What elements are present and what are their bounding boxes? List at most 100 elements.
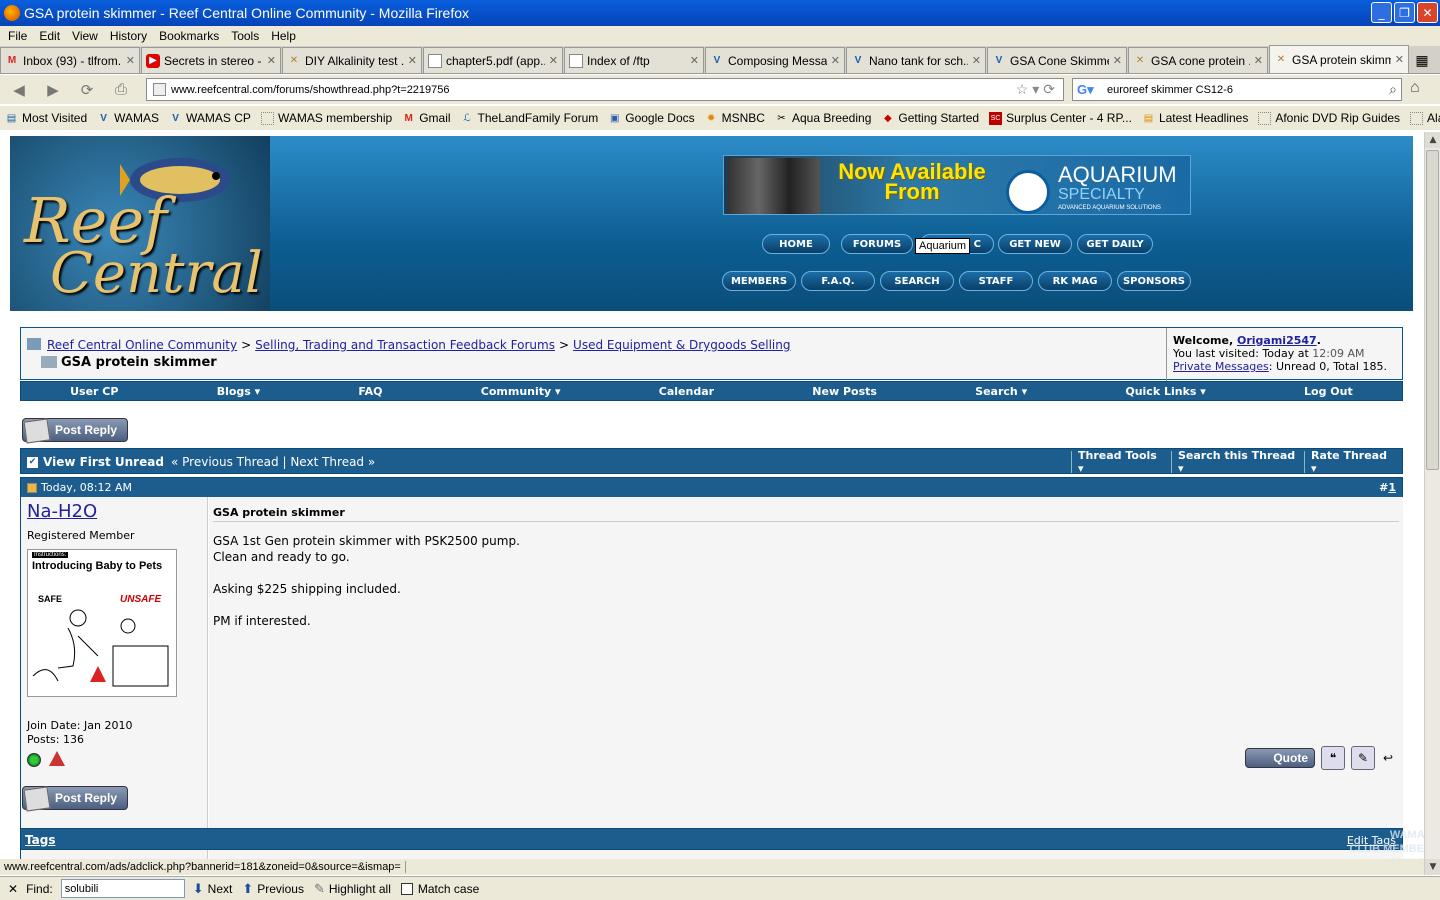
menu-bookmarks[interactable]: Bookmarks	[153, 29, 225, 43]
thread-tools-menu[interactable]: Thread Tools ▾	[1071, 449, 1171, 475]
navbar-log-out[interactable]: Log Out	[1304, 385, 1353, 398]
search-this-thread-menu[interactable]: Search this Thread ▾	[1171, 449, 1304, 475]
tab-inbox[interactable]: M Inbox (93) - tlfrom... ✕	[0, 47, 140, 73]
scroll-down-arrow-icon[interactable]: ▼	[1425, 859, 1440, 875]
tab-close-icon[interactable]: ✕	[1395, 53, 1404, 66]
view-first-unread-link[interactable]: ✔ View First Unread	[27, 455, 164, 469]
bookmark-star-icon[interactable]: ☆▾⟳	[1016, 81, 1059, 98]
post-reply-button-top[interactable]: Post Reply	[22, 418, 128, 444]
tab-close-icon[interactable]: ✕	[549, 54, 558, 67]
nav-rk-mag-button[interactable]: RK MAG	[1038, 271, 1112, 291]
bookmark-getting-started[interactable]: ◆ Getting Started	[876, 111, 984, 125]
match-case-checkbox[interactable]: Match case	[400, 882, 479, 896]
bookmark-aqua-breeding[interactable]: ✂ Aqua Breeding	[770, 111, 876, 125]
forum-home-icon[interactable]	[27, 338, 41, 350]
breadcrumb-used-equipment[interactable]: Used Equipment & Drygoods Selling	[573, 338, 790, 352]
forward-button[interactable]: ▶	[38, 78, 68, 102]
quick-reply-icon[interactable]: ↩	[1379, 746, 1397, 770]
tab-nano-tank[interactable]: V Nano tank for sch... ✕	[846, 47, 986, 73]
post-reply-button-bottom[interactable]: Post Reply	[22, 786, 128, 812]
nav-staff-button[interactable]: STAFF	[959, 271, 1033, 291]
menu-help[interactable]: Help	[265, 29, 302, 43]
bookmark-afonic[interactable]: Afonic DVD Rip Guides	[1253, 111, 1405, 125]
back-button[interactable]: ◀	[4, 78, 34, 102]
list-all-tabs-icon[interactable]: ▦	[1410, 47, 1434, 73]
minimize-button[interactable]: _	[1371, 2, 1392, 23]
navbar-faq[interactable]: FAQ	[358, 385, 382, 398]
user-profile-link[interactable]: Origami2547	[1237, 334, 1317, 347]
tab-gsa-cone-skimmer[interactable]: VGSA Cone Skimme...✕	[987, 47, 1127, 73]
menu-tools[interactable]: Tools	[225, 29, 265, 43]
close-find-bar-icon[interactable]: ✕	[8, 882, 18, 896]
nav-search-button[interactable]: SEARCH	[880, 271, 954, 291]
highlight-all-button[interactable]: ✎ Highlight all	[314, 881, 391, 897]
url-bar[interactable]: www.reefcentral.com/forums/showthread.ph…	[146, 78, 1064, 101]
reload-button[interactable]: ⟳	[72, 78, 102, 102]
find-input[interactable]	[60, 879, 185, 898]
bookmark-thelandfamily[interactable]: ℒ TheLandFamily Forum	[456, 111, 604, 125]
find-previous-button[interactable]: ⬆ Previous	[242, 881, 304, 897]
post-permalink[interactable]: 1	[1388, 481, 1396, 494]
report-post-icon[interactable]	[49, 751, 65, 766]
bookmark-wamas-cp[interactable]: V WAMAS CP	[164, 111, 256, 125]
menu-file[interactable]: File	[2, 29, 33, 43]
navbar-user-cp[interactable]: User CP	[70, 385, 118, 398]
quote-button[interactable]: Quote	[1245, 748, 1315, 768]
tab-index-ftp[interactable]: Index of /ftp ✕	[564, 47, 704, 73]
nav-sponsors-button[interactable]: SPONSORS	[1117, 271, 1191, 291]
search-input[interactable]: G▾ euroreef skimmer CS12-6 ⌕	[1072, 78, 1402, 101]
close-window-button[interactable]: ✕	[1417, 2, 1438, 23]
tab-close-icon[interactable]: ✕	[126, 54, 135, 67]
nav-forums-button[interactable]: FORUMS	[841, 234, 913, 254]
tags-link[interactable]: Tags	[25, 833, 55, 847]
bookmark-google-docs[interactable]: ▣ Google Docs	[603, 111, 699, 125]
nav-members-button[interactable]: MEMBERS	[722, 271, 796, 291]
prev-next-thread-links[interactable]: « Previous Thread | Next Thread »	[171, 455, 375, 469]
navbar-new-posts[interactable]: New Posts	[812, 385, 877, 398]
nav-faq-button[interactable]: F.A.Q.	[801, 271, 875, 291]
tab-close-icon[interactable]: ✕	[972, 54, 981, 67]
scroll-up-arrow-icon[interactable]: ▲	[1425, 132, 1440, 148]
menu-history[interactable]: History	[104, 29, 153, 43]
bookmark-alarms[interactable]: Alarms, keyless, start...	[1405, 111, 1440, 125]
tab-chapter5[interactable]: chapter5.pdf (app... ✕	[423, 47, 563, 73]
home-icon[interactable]: ⌂	[1410, 79, 1420, 97]
tab-close-icon[interactable]: ✕	[1254, 54, 1263, 67]
tab-close-icon[interactable]: ✕	[690, 54, 699, 67]
menu-view[interactable]: View	[66, 29, 104, 43]
search-icon[interactable]: ⌕	[1389, 81, 1397, 98]
post-username[interactable]: Na-H2O	[27, 501, 97, 522]
tab-close-icon[interactable]: ✕	[267, 54, 276, 67]
aquarium-specialty-banner-ad[interactable]: Now Available From AQUARIUM SPECIALTY AD…	[723, 155, 1191, 215]
tab-gsa-cone-protein[interactable]: ✕ GSA cone protein ... ✕	[1128, 47, 1268, 73]
nav-home-button[interactable]: HOME	[762, 234, 830, 254]
restore-button[interactable]: ❐	[1394, 2, 1415, 23]
tab-gsa-protein-skimmer[interactable]: ✕GSA protein skimm...✕	[1269, 45, 1409, 73]
bookmark-gmail[interactable]: M Gmail	[397, 111, 455, 125]
tab-close-icon[interactable]: ✕	[831, 54, 840, 67]
tab-close-icon[interactable]: ✕	[408, 54, 417, 67]
breadcrumb-reef-central[interactable]: Reef Central Online Community	[47, 338, 237, 352]
bookmark-msnbc[interactable]: ✹ MSNBC	[700, 111, 770, 125]
tab-close-icon[interactable]: ✕	[1113, 54, 1122, 67]
bookmark-surplus-center[interactable]: SC Surplus Center - 4 RP...	[984, 111, 1137, 125]
rate-thread-menu[interactable]: Rate Thread ▾	[1304, 449, 1400, 475]
scrollbar-thumb[interactable]	[1426, 150, 1439, 470]
nav-get-new-button[interactable]: GET NEW	[998, 234, 1072, 254]
nav-get-daily-button[interactable]: GET DAILY	[1077, 234, 1153, 254]
edit-post-icon[interactable]: ✎	[1351, 746, 1375, 770]
bookmark-wamas-membership[interactable]: WAMAS membership	[256, 111, 397, 125]
vertical-scrollbar[interactable]: ▲ ▼	[1424, 132, 1440, 875]
navbar-calendar[interactable]: Calendar	[659, 385, 714, 398]
bookmark-most-visited[interactable]: ▤ Most Visited	[0, 111, 92, 125]
bookmark-latest-headlines[interactable]: ▤ Latest Headlines	[1137, 111, 1253, 125]
find-next-button[interactable]: ⬇ Next	[193, 881, 233, 897]
tab-composing[interactable]: VComposing Message✕	[705, 47, 845, 73]
navbar-search[interactable]: Search ▾	[975, 385, 1027, 398]
multi-quote-icon[interactable]: ❝	[1321, 746, 1345, 770]
navbar-community[interactable]: Community ▾	[481, 385, 561, 398]
print-button[interactable]: ⎙	[106, 78, 136, 102]
tab-secrets[interactable]: ▶Secrets in stereo - ...✕	[141, 47, 281, 73]
navbar-blogs[interactable]: Blogs ▾	[217, 385, 260, 398]
breadcrumb-selling-trading[interactable]: Selling, Trading and Transaction Feedbac…	[255, 338, 555, 352]
